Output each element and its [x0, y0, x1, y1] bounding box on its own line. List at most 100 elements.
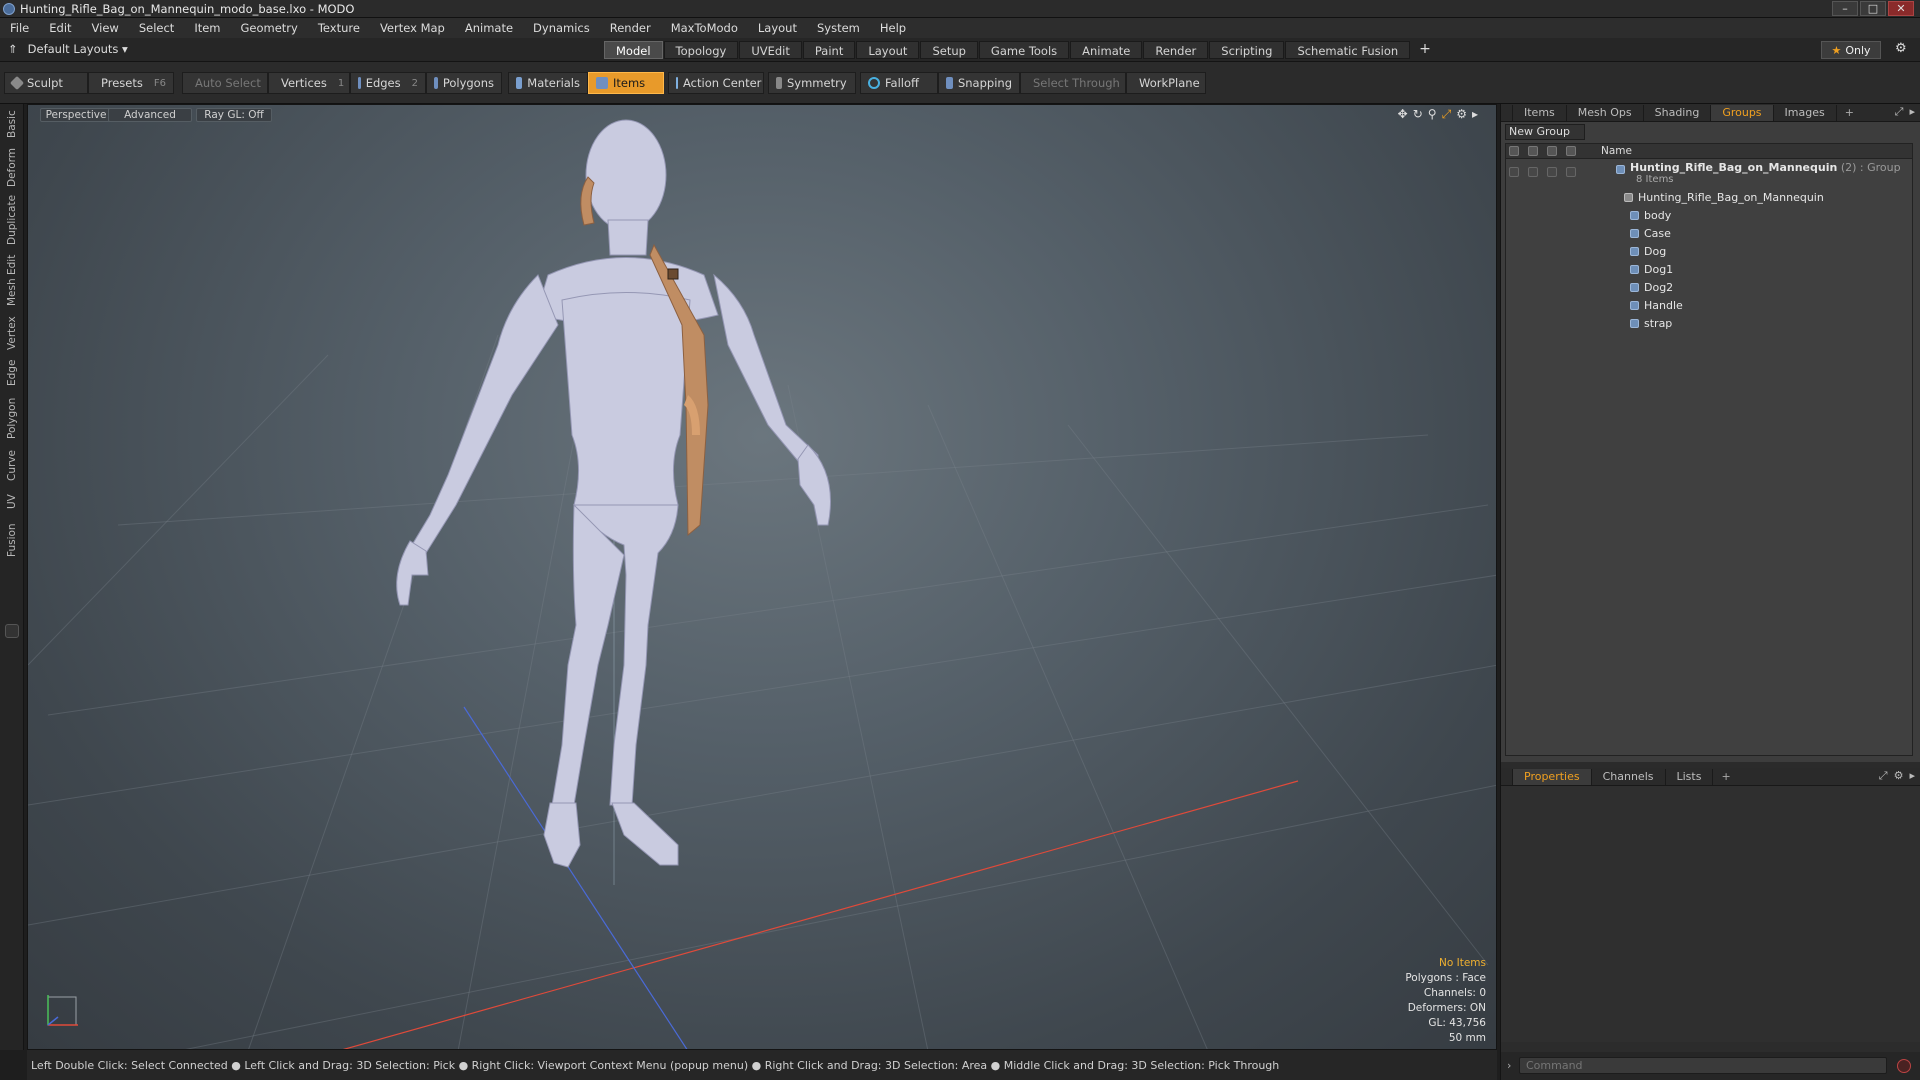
expand-panel-icon[interactable]: ⤢: [1895, 105, 1904, 119]
vtab-uv[interactable]: UV: [0, 488, 24, 516]
zoom-icon[interactable]: ⚲: [1428, 107, 1437, 122]
tab-topology[interactable]: Topology: [663, 41, 739, 59]
command-history-icon[interactable]: ›: [1507, 1059, 1511, 1072]
tab-scripting[interactable]: Scripting: [1209, 41, 1285, 59]
menu-vertex-map[interactable]: Vertex Map: [370, 21, 455, 35]
viewport-settings-icon[interactable]: ⚙: [1456, 107, 1467, 122]
vtab-edge[interactable]: Edge: [0, 356, 24, 390]
select-column-icon[interactable]: [1566, 146, 1576, 156]
record-macro-icon[interactable]: [1897, 1059, 1911, 1073]
presets-button[interactable]: Presets F6: [88, 72, 174, 94]
layout-collapse-icon[interactable]: ⇑: [8, 42, 18, 56]
pan-icon[interactable]: ✥: [1398, 107, 1408, 122]
tab-lists[interactable]: Lists: [1666, 768, 1714, 785]
tab-model[interactable]: Model: [604, 41, 663, 59]
menu-render[interactable]: Render: [600, 21, 661, 35]
list-item[interactable]: strap: [1506, 315, 1912, 333]
menu-animate[interactable]: Animate: [455, 21, 523, 35]
menu-select[interactable]: Select: [129, 21, 184, 35]
close-button[interactable]: ✕: [1888, 1, 1914, 16]
visibility-column-icon[interactable]: [1509, 146, 1519, 156]
menu-maxtomodo[interactable]: MaxToModo: [661, 21, 748, 35]
3d-viewport[interactable]: Perspective Advanced Ray GL: Off ✥ ↻ ⚲ ⤢…: [27, 104, 1497, 1050]
items-button[interactable]: Items: [588, 72, 664, 94]
menu-help[interactable]: Help: [870, 21, 916, 35]
vtab-polygon[interactable]: Polygon: [0, 392, 24, 444]
vtab-duplicate[interactable]: Duplicate: [0, 192, 24, 248]
group-render-toggle[interactable]: [1528, 167, 1538, 177]
list-item[interactable]: Dog2: [1506, 279, 1912, 297]
command-input[interactable]: [1519, 1057, 1887, 1074]
menu-texture[interactable]: Texture: [308, 21, 370, 35]
panel-settings-icon[interactable]: ⚙: [1894, 769, 1904, 783]
tab-images[interactable]: Images: [1774, 104, 1837, 121]
vertices-button[interactable]: Vertices 1: [268, 72, 350, 94]
viewport-scene[interactable]: [28, 105, 1497, 1050]
tab-uvedit[interactable]: UVEdit: [739, 41, 802, 59]
menu-file[interactable]: File: [0, 21, 39, 35]
group-row[interactable]: Hunting_Rifle_Bag_on_Mannequin (2) : Gro…: [1506, 161, 1912, 187]
vtab-mesh-edit[interactable]: Mesh Edit: [0, 250, 24, 310]
shading-mode-button[interactable]: Advanced: [108, 108, 192, 122]
tab-render[interactable]: Render: [1143, 41, 1209, 59]
only-button[interactable]: ★ Only: [1821, 41, 1881, 59]
new-group-button[interactable]: New Group: [1505, 124, 1585, 140]
vtab-vertex[interactable]: Vertex: [0, 312, 24, 354]
group-visibility-toggle[interactable]: [1509, 167, 1519, 177]
menu-edit[interactable]: Edit: [39, 21, 81, 35]
menu-layout[interactable]: Layout: [748, 21, 807, 35]
layout-selector[interactable]: ⇑ Default Layouts ▾: [8, 42, 128, 56]
render-column-icon[interactable]: [1528, 146, 1538, 156]
action-center-button[interactable]: Action Center: [668, 72, 764, 94]
list-item[interactable]: Dog1: [1506, 261, 1912, 279]
symmetry-button[interactable]: Symmetry: [768, 72, 856, 94]
materials-button[interactable]: Materials: [508, 72, 588, 94]
tab-groups[interactable]: Groups: [1711, 104, 1774, 121]
layout-selector-label[interactable]: Default Layouts ▾: [28, 42, 128, 56]
view-mode-button[interactable]: Perspective: [40, 108, 112, 122]
add-panel-tab-icon[interactable]: +: [1837, 106, 1862, 119]
tab-shading[interactable]: Shading: [1644, 104, 1712, 121]
select-through-button[interactable]: Select Through: [1020, 72, 1126, 94]
mannequin-mesh[interactable]: [396, 119, 831, 868]
auto-select-button[interactable]: Auto Select: [182, 72, 268, 94]
tab-mesh-ops[interactable]: Mesh Ops: [1567, 104, 1644, 121]
polygons-button[interactable]: Polygons: [426, 72, 502, 94]
name-column-header[interactable]: Name: [1601, 145, 1632, 157]
vtab-deform[interactable]: Deform: [0, 144, 24, 190]
list-item[interactable]: Case: [1506, 225, 1912, 243]
snapping-button[interactable]: Snapping: [938, 72, 1020, 94]
vtab-fusion[interactable]: Fusion: [0, 518, 24, 562]
lock-column-icon[interactable]: [1547, 146, 1557, 156]
menu-geometry[interactable]: Geometry: [231, 21, 308, 35]
list-item[interactable]: Handle: [1506, 297, 1912, 315]
menu-view[interactable]: View: [82, 21, 129, 35]
rotate-icon[interactable]: ↻: [1413, 107, 1423, 122]
viewport-more-icon[interactable]: ▸: [1472, 107, 1478, 122]
menu-system[interactable]: System: [807, 21, 870, 35]
tab-paint[interactable]: Paint: [802, 41, 856, 59]
menu-item[interactable]: Item: [184, 21, 230, 35]
tab-schematic-fusion[interactable]: Schematic Fusion: [1285, 41, 1411, 59]
sculpt-button[interactable]: Sculpt: [4, 72, 88, 94]
tab-game-tools[interactable]: Game Tools: [978, 41, 1070, 59]
maximize-button[interactable]: □: [1860, 1, 1886, 16]
group-select-toggle[interactable]: [1566, 167, 1576, 177]
tab-items[interactable]: Items: [1513, 104, 1567, 121]
panel-menu-icon[interactable]: [1501, 104, 1513, 121]
panel-menu-icon[interactable]: [1501, 768, 1513, 785]
minimize-button[interactable]: –: [1832, 1, 1858, 16]
edges-button[interactable]: Edges 2: [350, 72, 426, 94]
tab-channels[interactable]: Channels: [1592, 768, 1666, 785]
tab-animate[interactable]: Animate: [1070, 41, 1143, 59]
list-item[interactable]: Dog: [1506, 243, 1912, 261]
expand-panel-icon[interactable]: ⤢: [1879, 769, 1888, 783]
list-item[interactable]: Hunting_Rifle_Bag_on_Mannequin: [1506, 189, 1912, 207]
panel-toggle-icon[interactable]: [5, 624, 19, 638]
add-tab-icon[interactable]: +: [1419, 41, 1431, 59]
group-lock-toggle[interactable]: [1547, 167, 1557, 177]
fit-icon[interactable]: ⤢: [1442, 107, 1452, 122]
falloff-button[interactable]: Falloff: [860, 72, 938, 94]
workplane-button[interactable]: WorkPlane: [1126, 72, 1206, 94]
panel-arrow-icon[interactable]: ▸: [1909, 769, 1915, 783]
